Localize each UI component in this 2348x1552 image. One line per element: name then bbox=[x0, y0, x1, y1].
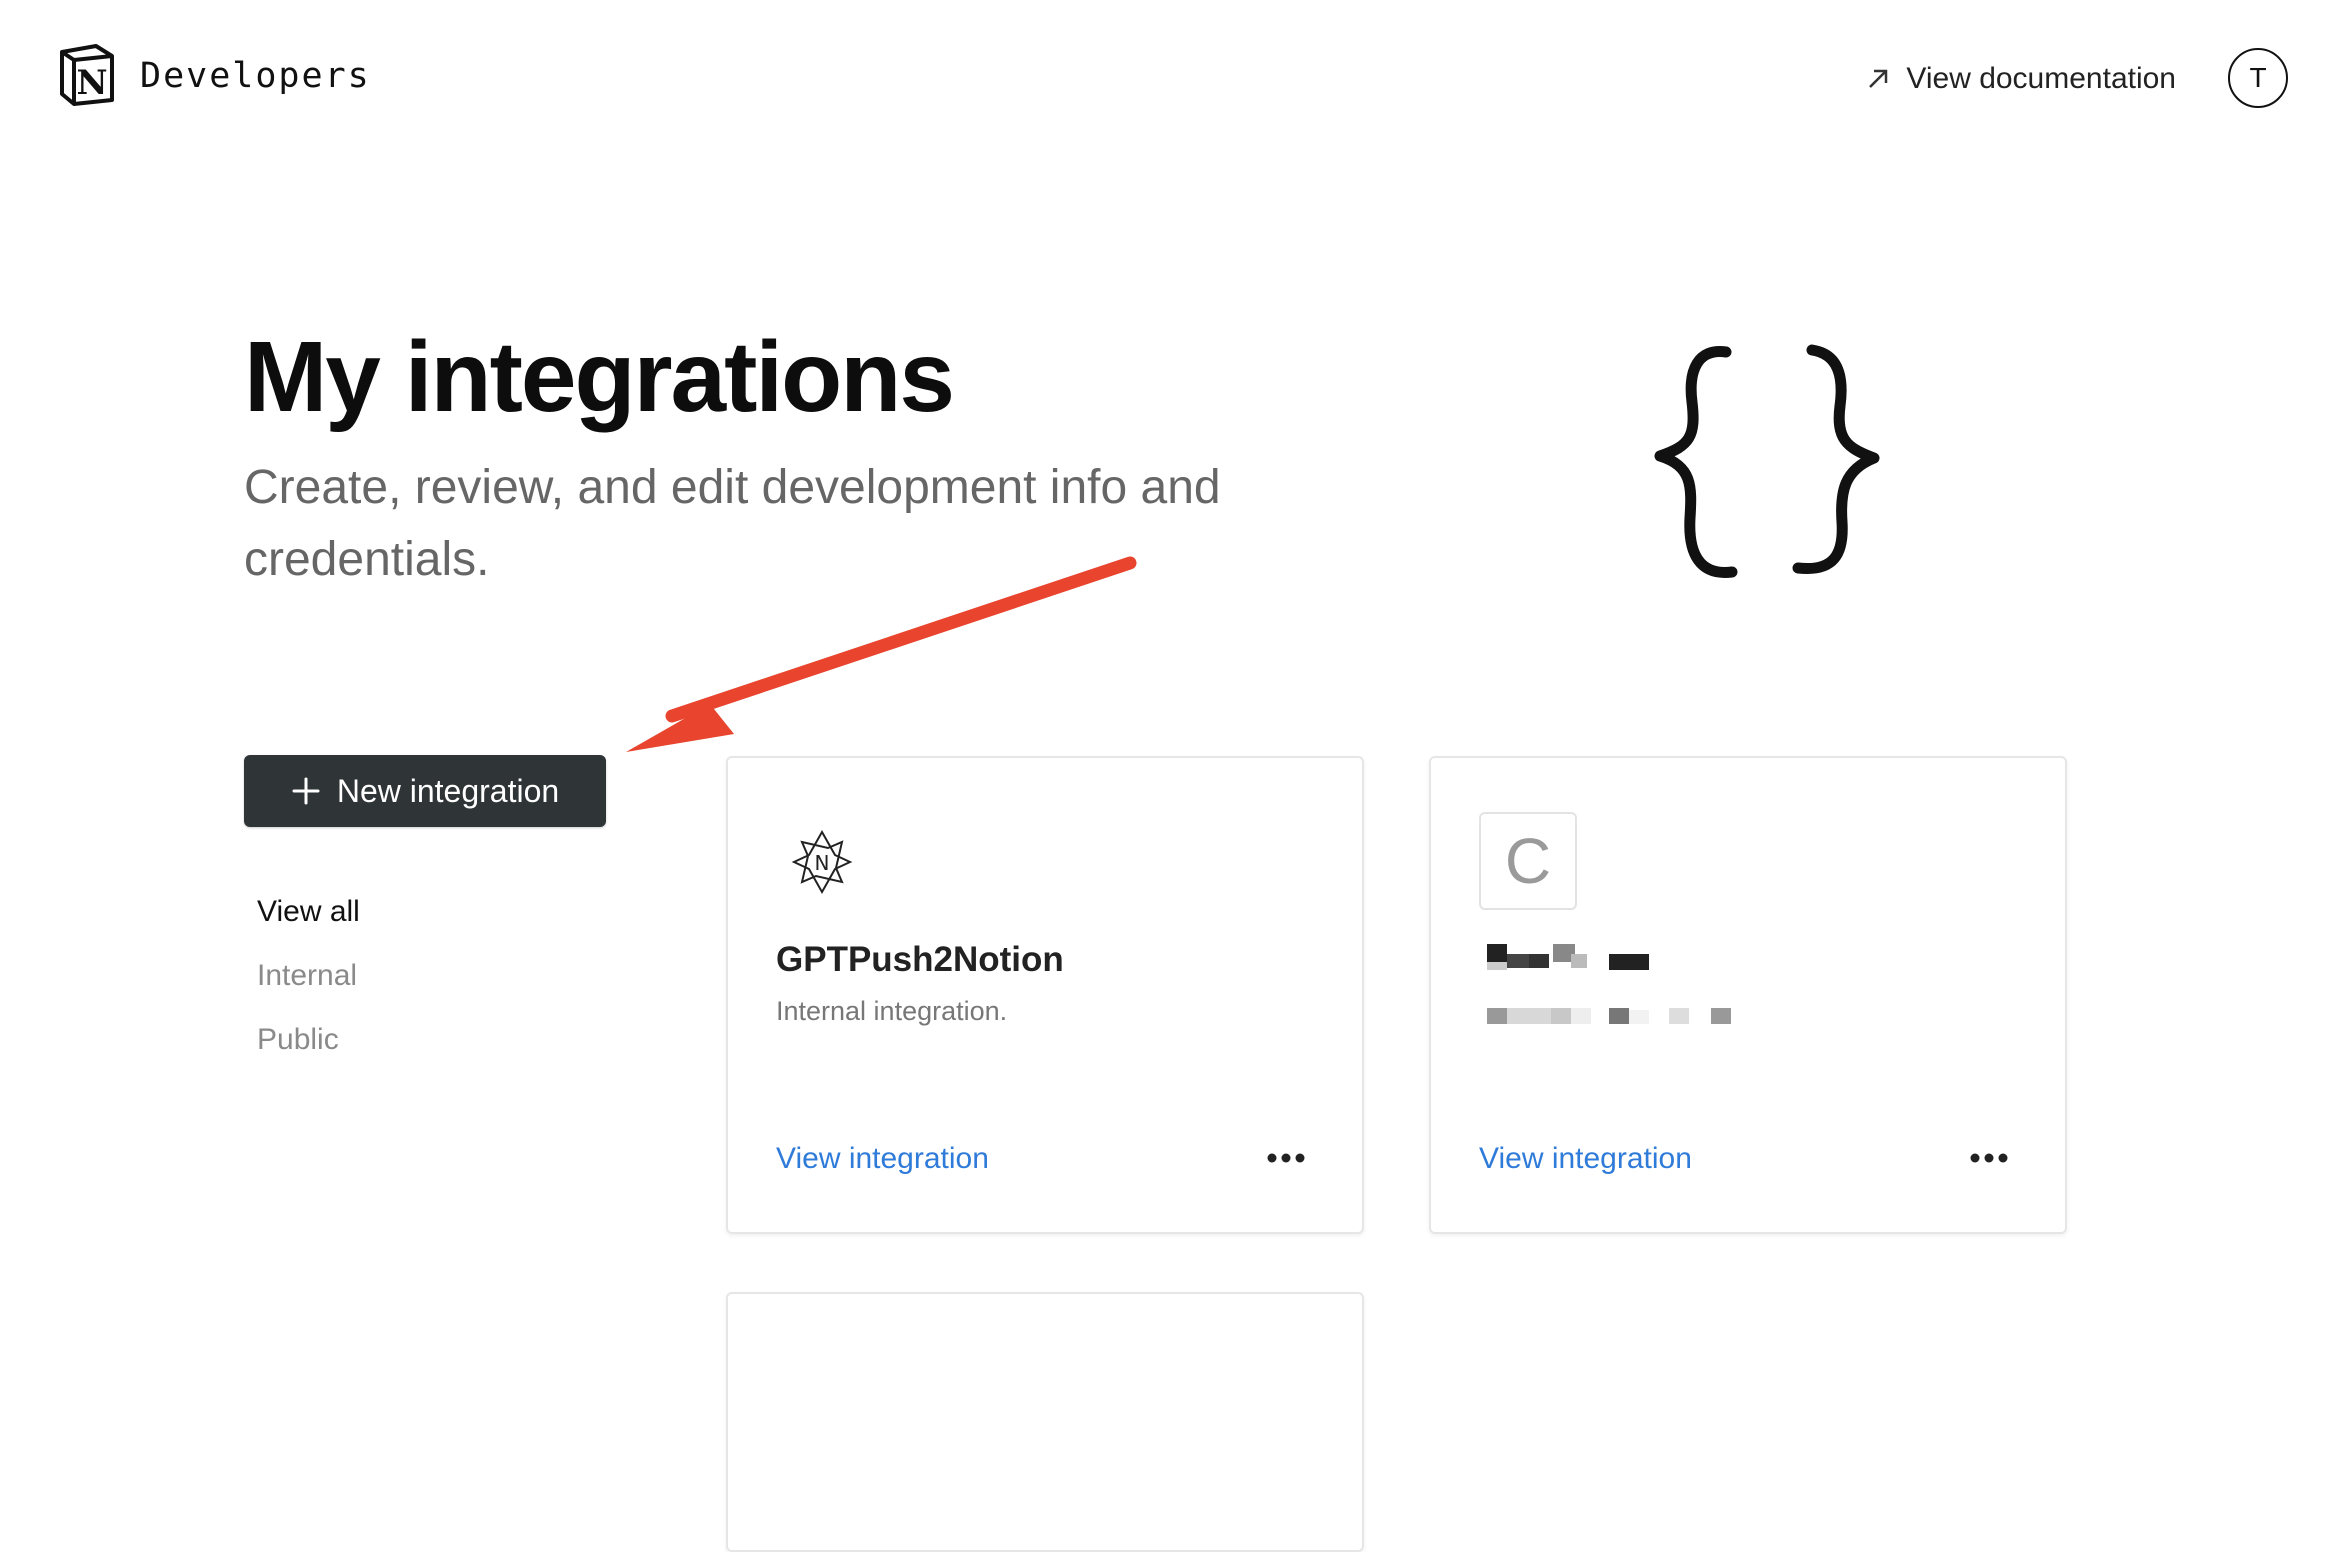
integration-card: C View integration bbox=[1429, 756, 2067, 1234]
page-title: My integrations bbox=[244, 321, 955, 433]
top-bar: N Developers View documentation T bbox=[0, 0, 2348, 160]
view-integration-link[interactable]: View integration bbox=[1479, 1142, 1692, 1176]
notion-logo-icon[interactable]: N bbox=[56, 42, 118, 106]
brand-title[interactable]: Developers bbox=[140, 56, 371, 96]
svg-text:N: N bbox=[76, 63, 107, 103]
filter-view-all[interactable]: View all bbox=[257, 880, 360, 944]
letter-c-icon: C bbox=[1479, 812, 1577, 910]
external-arrow-icon bbox=[1869, 69, 1888, 88]
plus-icon bbox=[292, 777, 320, 805]
integration-name: GPTPush2Notion bbox=[776, 940, 1064, 979]
integration-description: Internal integration. bbox=[776, 996, 1008, 1026]
page-subtitle: Create, review, and edit development inf… bbox=[244, 461, 1221, 586]
notion-star-icon: N bbox=[791, 829, 853, 895]
integration-card: N GPTPush2Notion Internal integration. V… bbox=[726, 756, 1364, 1234]
filter-list: View all Internal Public bbox=[257, 880, 360, 1072]
more-options-icon[interactable] bbox=[1266, 1146, 1306, 1170]
new-integration-button[interactable]: New integration bbox=[244, 755, 606, 827]
view-documentation-link[interactable]: View documentation bbox=[1864, 62, 2176, 96]
filter-public[interactable]: Public bbox=[257, 1008, 360, 1072]
svg-text:N: N bbox=[815, 851, 830, 875]
filter-internal[interactable]: Internal bbox=[257, 944, 360, 1008]
more-options-icon[interactable] bbox=[1969, 1146, 2009, 1170]
annotation-arrow bbox=[626, 556, 1137, 752]
view-integration-link[interactable]: View integration bbox=[776, 1142, 989, 1176]
integration-card bbox=[726, 1292, 1364, 1552]
view-documentation-label: View documentation bbox=[1906, 62, 2176, 95]
curly-braces-icon bbox=[1654, 344, 1880, 578]
user-avatar[interactable]: T bbox=[2228, 48, 2288, 108]
new-integration-label: New integration bbox=[336, 772, 560, 809]
